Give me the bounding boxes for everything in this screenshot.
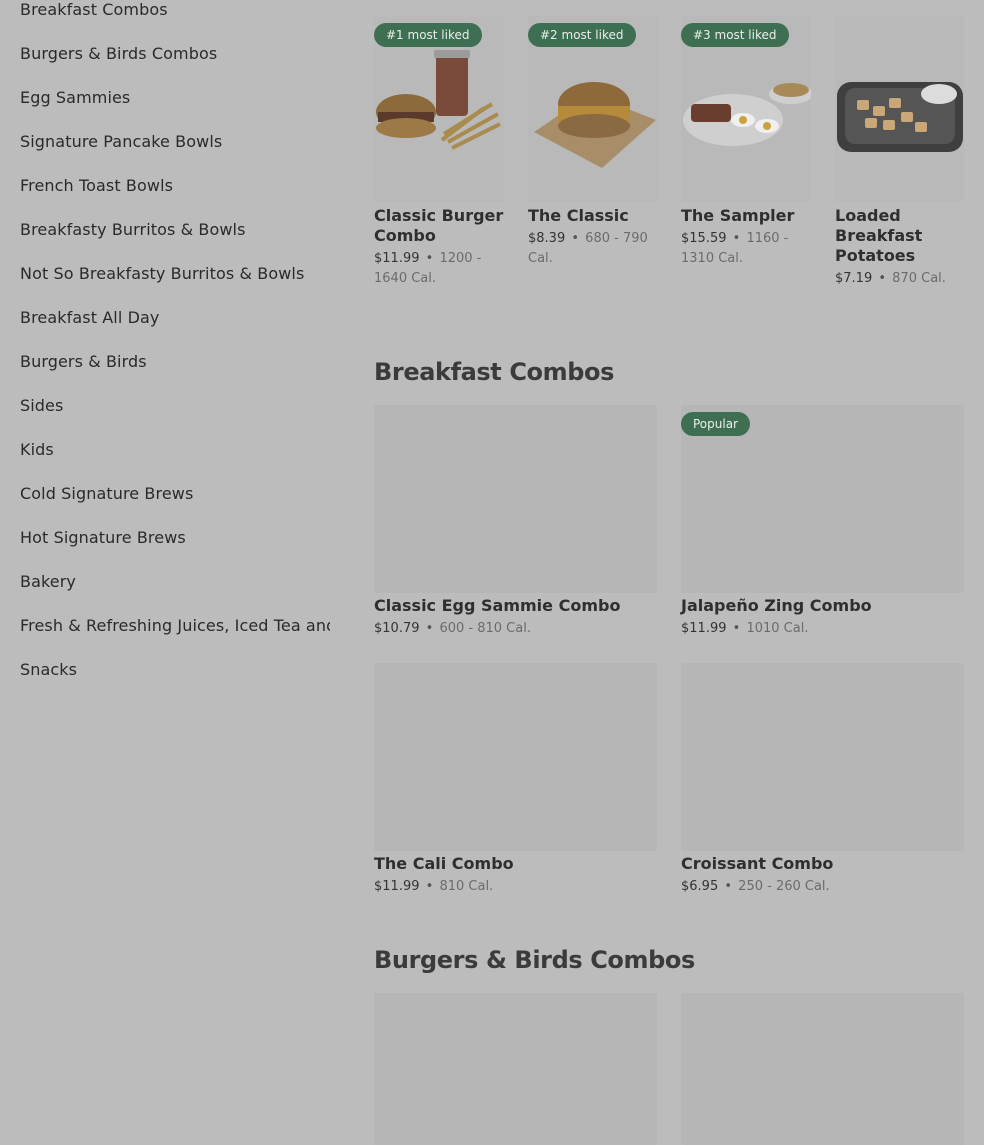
item-image	[835, 16, 964, 202]
item-price: $11.99	[374, 879, 420, 894]
sidebar-item-hot-signature-brews[interactable]: Hot Signature Brews	[20, 528, 186, 548]
sidebar-item-sides[interactable]: Sides	[20, 396, 63, 416]
item-calories: 250 - 260 Cal.	[738, 879, 830, 894]
separator: •	[732, 231, 741, 246]
sidebar-item-burgers-birds-combos[interactable]: Burgers & Birds Combos	[20, 44, 217, 64]
item-name[interactable]: The Cali Combo	[374, 854, 514, 874]
item-calories: 1010 Cal.	[746, 621, 809, 636]
most-liked-badge: #3 most liked	[681, 23, 789, 47]
item-image[interactable]	[681, 663, 964, 851]
item-calories: 810 Cal.	[439, 879, 494, 894]
item-name[interactable]: Croissant Combo	[681, 854, 833, 874]
sidebar-item-cold-signature-brews[interactable]: Cold Signature Brews	[20, 484, 193, 504]
sidebar-item-burgers-birds[interactable]: Burgers & Birds	[20, 352, 147, 372]
potatoes-image	[835, 16, 964, 202]
sidebar-item-egg-sammies[interactable]: Egg Sammies	[20, 88, 130, 108]
item-name[interactable]: Classic Egg Sammie Combo	[374, 596, 620, 616]
item-name: The Classic	[528, 206, 629, 225]
sidebar-item-not-so-breakfasty-burritos[interactable]: Not So Breakfasty Burritos & Bowls	[20, 264, 304, 284]
item-price: $15.59	[681, 231, 727, 246]
item-meta: $11.99 • 1200 - 1640 Cal.	[374, 249, 504, 289]
item-image[interactable]	[374, 405, 657, 593]
sidebar-item-breakfast-all-day[interactable]: Breakfast All Day	[20, 308, 159, 328]
sidebar-item-juices-iced-tea-lemonade[interactable]: Fresh & Refreshing Juices, Iced Tea and …	[20, 616, 330, 636]
item-image[interactable]	[374, 663, 657, 851]
item-meta: $7.19 • 870 Cal.	[835, 269, 965, 289]
item-price: $10.79	[374, 621, 420, 636]
item-image[interactable]	[374, 993, 657, 1145]
category-sidebar: Breakfast Combos Burgers & Birds Combos …	[0, 0, 330, 1145]
item-price: $6.95	[681, 879, 719, 894]
separator: •	[732, 621, 741, 636]
popular-badge: Popular	[681, 412, 750, 436]
most-liked-badge: #2 most liked	[528, 23, 636, 47]
separator: •	[878, 271, 887, 286]
separator: •	[425, 879, 434, 894]
item-meta: $8.39 • 680 - 790 Cal.	[528, 229, 658, 269]
section-title: Burgers & Birds Combos	[374, 946, 695, 974]
item-price: $7.19	[835, 271, 873, 286]
item-calories: 600 - 810 Cal.	[439, 621, 531, 636]
item-name[interactable]: Jalapeño Zing Combo	[681, 596, 872, 616]
section-title: Breakfast Combos	[374, 358, 614, 386]
sidebar-item-breakfasty-burritos[interactable]: Breakfasty Burritos & Bowls	[20, 220, 246, 240]
item-meta: $6.95 • 250 - 260 Cal.	[681, 877, 830, 897]
sidebar-item-kids[interactable]: Kids	[20, 440, 54, 460]
item-price: $8.39	[528, 231, 566, 246]
item-name: Loaded Breakfast Potatoes	[835, 206, 923, 265]
item-meta: $11.99 • 810 Cal.	[374, 877, 493, 897]
item-calories: 870 Cal.	[892, 271, 946, 286]
item-image[interactable]	[681, 993, 964, 1145]
item-meta: $11.99 • 1010 Cal.	[681, 619, 808, 639]
sidebar-item-snacks[interactable]: Snacks	[20, 660, 77, 680]
sidebar-item-bakery[interactable]: Bakery	[20, 572, 76, 592]
separator: •	[571, 231, 580, 246]
item-name: The Sampler	[681, 206, 795, 225]
item-name: Classic Burger Combo	[374, 206, 504, 245]
item-meta: $15.59 • 1160 - 1310 Cal.	[681, 229, 811, 269]
separator: •	[724, 879, 733, 894]
sidebar-item-signature-pancake-bowls[interactable]: Signature Pancake Bowls	[20, 132, 222, 152]
separator: •	[425, 251, 434, 266]
separator: •	[425, 621, 434, 636]
sidebar-item-breakfast-combos[interactable]: Breakfast Combos	[20, 0, 168, 20]
item-price: $11.99	[681, 621, 727, 636]
most-liked-badge: #1 most liked	[374, 23, 482, 47]
sidebar-item-french-toast-bowls[interactable]: French Toast Bowls	[20, 176, 173, 196]
item-price: $11.99	[374, 251, 420, 266]
item-meta: $10.79 • 600 - 810 Cal.	[374, 619, 531, 639]
